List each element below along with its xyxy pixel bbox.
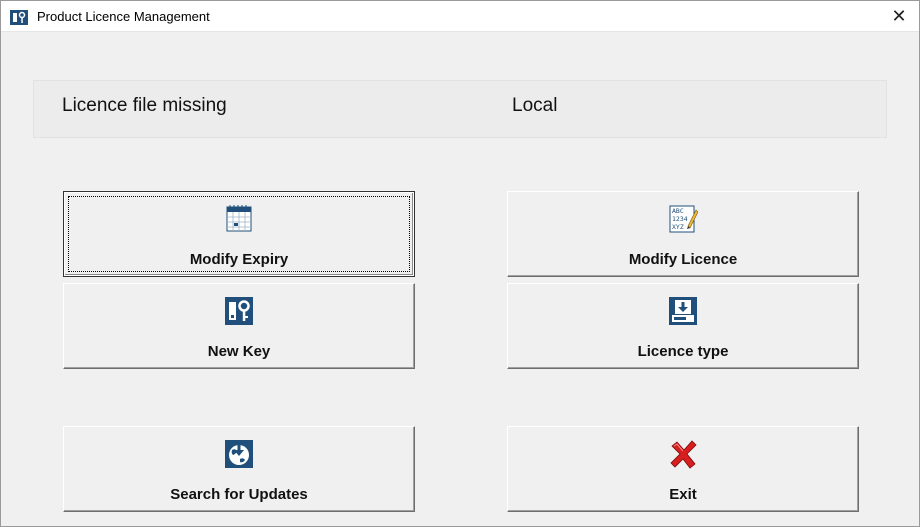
search-updates-label: Search for Updates: [170, 486, 308, 503]
app-icon: [10, 10, 28, 25]
modify-licence-label: Modify Licence: [628, 251, 738, 268]
edit-document-icon: ABC 1234 XYZ: [669, 205, 698, 233]
licence-type-label: Licence type: [637, 343, 729, 360]
window-title: Product Licence Management: [37, 9, 210, 24]
licence-management-window: Product Licence Management ✕ Licence fil…: [0, 0, 920, 527]
red-x-icon: [670, 440, 697, 469]
install-icon: [669, 297, 697, 325]
new-key-label: New Key: [207, 343, 271, 360]
svg-text:1234: 1234: [672, 215, 688, 223]
svg-text:XYZ: XYZ: [672, 223, 684, 231]
exit-button[interactable]: Exit: [507, 426, 859, 512]
status-panel: Licence file missing Local: [33, 80, 887, 138]
calendar-icon: [226, 205, 252, 232]
close-icon: ✕: [891, 5, 907, 26]
modify-expiry-button[interactable]: Modify Expiry: [63, 191, 415, 277]
modify-expiry-label: Modify Expiry: [189, 251, 289, 268]
search-updates-button[interactable]: Search for Updates: [63, 426, 415, 512]
licence-mode-text: Local: [512, 95, 558, 116]
modify-licence-button[interactable]: ABC 1234 XYZ Modify Licence: [507, 191, 859, 277]
licence-status-text: Licence file missing: [62, 95, 227, 116]
key-icon: [225, 297, 253, 325]
globe-download-icon: [225, 440, 253, 468]
new-key-button[interactable]: New Key: [63, 283, 415, 369]
svg-text:ABC: ABC: [672, 207, 684, 215]
title-bar[interactable]: Product Licence Management ✕: [1, 1, 919, 32]
close-button[interactable]: ✕: [879, 1, 919, 31]
exit-label: Exit: [669, 486, 697, 503]
licence-type-button[interactable]: Licence type: [507, 283, 859, 369]
